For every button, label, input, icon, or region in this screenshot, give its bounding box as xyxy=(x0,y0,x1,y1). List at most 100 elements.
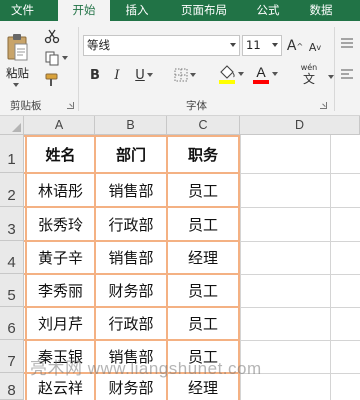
table-cell[interactable]: 销售部 xyxy=(96,174,166,206)
paint-bucket-icon xyxy=(219,65,235,84)
paste-icon xyxy=(7,34,28,61)
table-cell[interactable]: 员工 xyxy=(168,208,238,240)
font-name-value: 等线 xyxy=(87,38,110,52)
table-cell[interactable]: 李秀丽 xyxy=(27,275,94,306)
clipboard-dialog-launcher[interactable] xyxy=(67,102,74,109)
phonetic-button[interactable]: wén 文 xyxy=(292,61,326,87)
header-cell-department[interactable]: 部门 xyxy=(96,137,166,172)
chevron-down-icon xyxy=(230,43,236,47)
table-border xyxy=(238,135,240,400)
format-painter-button[interactable] xyxy=(42,71,62,89)
header-cell-name[interactable]: 姓名 xyxy=(27,137,94,172)
table-cell[interactable]: 员工 xyxy=(168,308,238,339)
grow-font-glyph: A xyxy=(286,38,297,54)
underline-dropdown-arrow[interactable] xyxy=(146,73,153,77)
table-cell[interactable]: 行政部 xyxy=(96,208,166,240)
bold-glyph: B xyxy=(90,67,100,83)
table-cell[interactable]: 员工 xyxy=(168,341,238,372)
table-cell[interactable]: 经理 xyxy=(168,374,238,400)
gridline xyxy=(240,135,241,400)
table-cell[interactable]: 赵云祥 xyxy=(27,374,94,400)
table-cell[interactable]: 黄子辛 xyxy=(27,242,94,273)
row-header-6[interactable]: 6 xyxy=(0,307,24,340)
grow-font-button[interactable]: A ^ xyxy=(286,36,304,56)
table-cell[interactable]: 销售部 xyxy=(96,242,166,273)
font-name-select[interactable]: 等线 xyxy=(83,35,240,56)
table-cell[interactable]: 刘月芹 xyxy=(27,308,94,339)
row-header-3[interactable]: 3 xyxy=(0,207,24,241)
tab-file[interactable]: 文件 xyxy=(0,0,45,21)
paste-button[interactable] xyxy=(4,27,30,67)
column-header-a[interactable]: A xyxy=(24,116,95,135)
tab-page-layout[interactable]: 页面布局 xyxy=(168,0,240,21)
table-cell[interactable]: 员工 xyxy=(168,174,238,206)
cut-button[interactable] xyxy=(42,27,62,45)
clipboard-group-label: 剪贴板 xyxy=(10,100,42,112)
font-color-icon: A xyxy=(253,64,269,84)
svg-text:A: A xyxy=(256,64,266,80)
table-cell[interactable]: 财务部 xyxy=(96,275,166,306)
spreadsheet-grid[interactable]: A B C D 1 2 3 4 5 6 7 8 姓名 部门 职务 林语彤 销售部… xyxy=(0,116,360,400)
copy-dropdown-arrow[interactable] xyxy=(62,56,68,60)
ribbon-tab-bar: 文件 开始 插入 页面布局 公式 数据 xyxy=(0,0,360,22)
paste-label[interactable]: 粘贴 xyxy=(6,65,29,81)
fill-color-dropdown-arrow[interactable] xyxy=(238,72,244,76)
copy-icon xyxy=(45,51,59,66)
shrink-font-glyph: A xyxy=(308,40,317,54)
tab-data[interactable]: 数据 xyxy=(298,0,344,21)
row-header-5[interactable]: 5 xyxy=(0,274,24,307)
row-header-1[interactable]: 1 xyxy=(0,135,24,173)
select-all-corner[interactable] xyxy=(0,116,24,135)
row-header-7[interactable]: 7 xyxy=(0,340,24,373)
fill-color-button[interactable] xyxy=(216,63,246,85)
borders-dropdown-arrow[interactable] xyxy=(190,73,196,77)
table-cell[interactable]: 林语彤 xyxy=(27,174,94,206)
italic-glyph: I xyxy=(114,67,120,83)
scissors-icon xyxy=(44,29,60,44)
tab-home[interactable]: 开始 xyxy=(58,0,110,22)
phonetic-char: 文 xyxy=(302,71,315,86)
row-header-2[interactable]: 2 xyxy=(0,173,24,207)
table-cell[interactable]: 张秀玲 xyxy=(27,208,94,240)
font-color-dropdown-arrow[interactable] xyxy=(272,72,278,76)
font-size-select[interactable]: 11 xyxy=(242,35,282,56)
group-separator xyxy=(78,27,79,111)
underline-button[interactable]: U xyxy=(130,65,158,85)
align-left-icon[interactable] xyxy=(340,67,354,81)
phonetic-pinyin: wén xyxy=(300,62,318,72)
tab-formulas[interactable]: 公式 xyxy=(243,0,293,21)
table-cell[interactable]: 销售部 xyxy=(96,341,166,372)
table-cell[interactable]: 财务部 xyxy=(96,374,166,400)
ribbon: 粘贴 剪贴板 等线 11 A ^ Av B I U A wén 文 字体 xyxy=(0,21,360,116)
shrink-font-button[interactable]: Av xyxy=(306,38,324,56)
underline-glyph: U xyxy=(135,67,145,83)
table-cell[interactable]: 经理 xyxy=(168,242,238,273)
italic-button[interactable]: I xyxy=(108,65,126,85)
row-header-8[interactable]: 8 xyxy=(0,373,24,400)
format-painter-icon xyxy=(45,73,58,86)
column-header-d[interactable]: D xyxy=(240,116,360,135)
borders-icon xyxy=(174,68,188,82)
align-top-icon[interactable] xyxy=(340,37,354,51)
chevron-down-icon xyxy=(272,43,278,47)
font-color-button[interactable]: A xyxy=(250,63,280,85)
shrink-font-caret: v xyxy=(316,42,322,52)
group-separator xyxy=(334,27,335,111)
table-cell[interactable]: 行政部 xyxy=(96,308,166,339)
header-cell-position[interactable]: 职务 xyxy=(168,137,238,172)
font-group-label: 字体 xyxy=(186,100,207,112)
gridline xyxy=(330,135,331,400)
column-header-b[interactable]: B xyxy=(95,116,167,135)
copy-button[interactable] xyxy=(42,49,70,67)
table-cell[interactable]: 员工 xyxy=(168,275,238,306)
bold-button[interactable]: B xyxy=(86,65,104,85)
tab-insert[interactable]: 插入 xyxy=(113,0,161,21)
font-dialog-launcher[interactable] xyxy=(320,102,327,109)
column-header-c[interactable]: C xyxy=(167,116,240,135)
borders-button[interactable] xyxy=(170,65,200,85)
font-size-value: 11 xyxy=(246,38,261,52)
paste-dropdown-arrow[interactable] xyxy=(13,83,19,87)
table-cell[interactable]: 秦玉银 xyxy=(27,341,94,372)
grow-font-caret: ^ xyxy=(296,41,304,51)
row-header-4[interactable]: 4 xyxy=(0,241,24,274)
